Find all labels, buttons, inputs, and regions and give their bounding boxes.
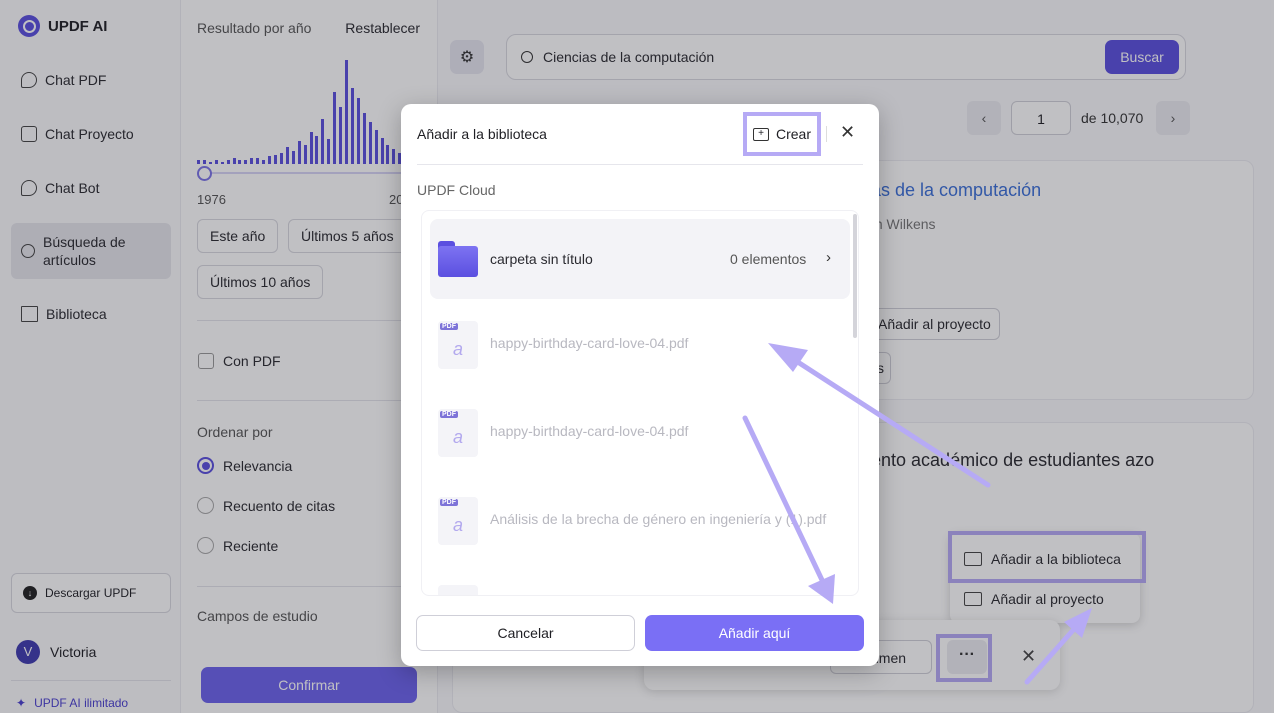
divider — [826, 126, 827, 142]
file-name: happy-birthday-card-love-04.pdf — [490, 423, 689, 439]
file-row: PDF a happy-birthday-card-love-04.pdf — [430, 307, 850, 387]
file-name: Análisis de la brecha de género en ingen… — [490, 511, 827, 527]
pdf-file-icon: PDF a — [438, 321, 478, 369]
pdf-file-icon: PDF a — [438, 497, 478, 545]
file-list[interactable]: carpeta sin título 0 elementos › PDF a ha… — [421, 210, 859, 596]
pdf-file-icon: PDF a — [438, 409, 478, 457]
cloud-section-label: UPDF Cloud — [417, 182, 496, 198]
create-label: Crear — [775, 126, 811, 142]
file-row: PDF a Análisis de la brecha de género en … — [430, 483, 850, 563]
add-here-button[interactable]: Añadir aquí — [645, 615, 864, 651]
folder-icon — [438, 241, 478, 277]
pdf-file-icon — [438, 585, 478, 595]
dialog-title: Añadir a la biblioteca — [417, 126, 547, 142]
divider — [417, 164, 863, 165]
file-name: happy-birthday-card-love-04.pdf — [490, 335, 689, 351]
folder-name: carpeta sin título — [490, 251, 593, 267]
folder-row[interactable]: carpeta sin título 0 elementos › — [430, 219, 850, 299]
cancel-button[interactable]: Cancelar — [416, 615, 635, 651]
new-folder-icon: + — [752, 127, 769, 141]
file-row — [430, 571, 850, 595]
create-folder-button[interactable]: + Crear — [743, 112, 821, 156]
add-to-library-dialog: Añadir a la biblioteca + Crear ✕ UPDF Cl… — [401, 104, 879, 666]
chevron-right-icon: › — [826, 249, 831, 266]
folder-count: 0 elementos — [730, 251, 807, 267]
close-icon[interactable]: ✕ — [840, 122, 855, 143]
file-row: PDF a happy-birthday-card-love-04.pdf — [430, 395, 850, 475]
scrollbar[interactable] — [853, 214, 857, 338]
